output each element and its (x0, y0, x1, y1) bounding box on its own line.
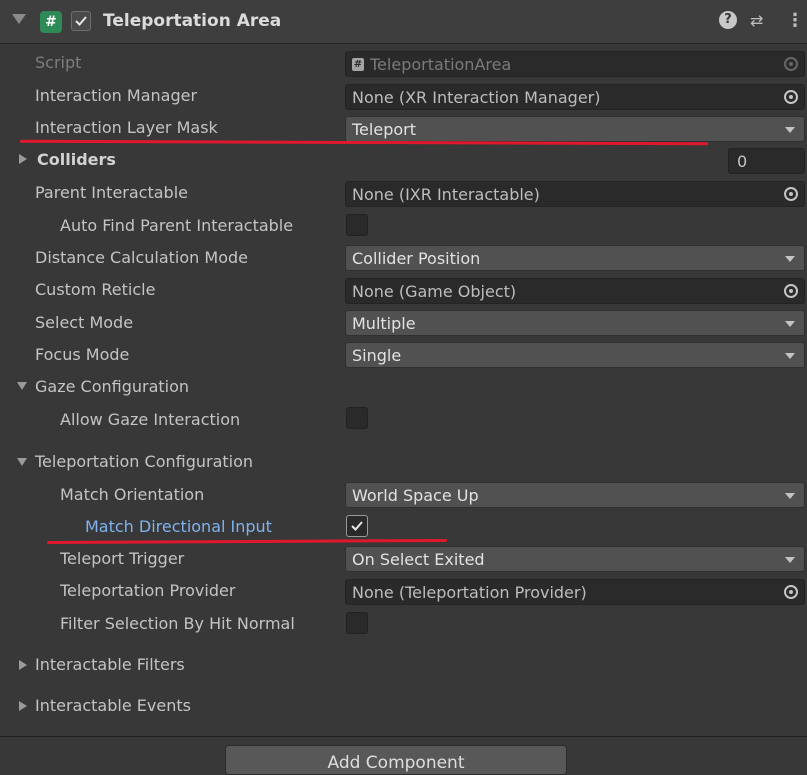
foldout-collapsed-icon[interactable] (19, 660, 27, 670)
script-label: Script (35, 53, 82, 72)
interaction-layer-mask-label: Interaction Layer Mask (35, 118, 218, 137)
dropdown-arrow-icon (785, 321, 795, 327)
teleportation-provider-field[interactable]: None (Teleportation Provider) (345, 579, 805, 605)
select-mode-dropdown[interactable]: Multiple (345, 310, 805, 336)
match-orientation-dropdown[interactable]: World Space Up (345, 482, 805, 508)
auto-find-parent-label: Auto Find Parent Interactable (60, 216, 294, 235)
foldout-collapsed-icon[interactable] (19, 701, 27, 711)
match-directional-input-checkbox[interactable] (346, 515, 368, 537)
foldout-collapsed-icon[interactable] (19, 154, 27, 164)
foldout-arrow-icon[interactable] (12, 14, 26, 24)
divider (0, 736, 807, 737)
distance-calc-mode-label: Distance Calculation Mode (35, 248, 248, 267)
dropdown-arrow-icon (785, 127, 795, 133)
filter-selection-checkbox[interactable] (346, 612, 368, 634)
help-icon[interactable]: ? (719, 11, 737, 29)
filter-selection-label: Filter Selection By Hit Normal (60, 614, 295, 633)
custom-reticle-label: Custom Reticle (35, 280, 156, 299)
dropdown-arrow-icon (785, 493, 795, 499)
presets-icon[interactable]: ⇄ (750, 11, 763, 30)
match-orientation-label: Match Orientation (60, 485, 205, 504)
focus-mode-label: Focus Mode (35, 345, 130, 364)
object-picker-icon[interactable] (784, 187, 798, 201)
csharp-script-icon: # (40, 11, 62, 33)
match-directional-input-label: Match Directional Input (85, 517, 272, 536)
component-title: Teleportation Area (103, 11, 282, 31)
parent-interactable-label: Parent Interactable (35, 183, 188, 202)
component-header: # Teleportation Area ? ⇄ ⋮ (0, 0, 807, 44)
interactable-filters-header[interactable]: Interactable Filters (35, 655, 185, 674)
allow-gaze-label: Allow Gaze Interaction (60, 410, 241, 429)
more-options-icon[interactable]: ⋮ (786, 10, 804, 31)
object-picker-icon[interactable] (784, 90, 798, 104)
object-picker-icon[interactable] (784, 284, 798, 298)
add-component-button[interactable]: Add Component (225, 745, 567, 775)
distance-calc-mode-dropdown[interactable]: Collider Position (345, 245, 805, 271)
allow-gaze-checkbox[interactable] (346, 407, 368, 429)
auto-find-parent-checkbox[interactable] (346, 214, 368, 236)
interaction-manager-label: Interaction Manager (35, 86, 198, 105)
gaze-configuration-header[interactable]: Gaze Configuration (35, 377, 189, 396)
interaction-manager-field[interactable]: None (XR Interaction Manager) (345, 84, 805, 110)
script-icon: # (352, 58, 364, 71)
dropdown-arrow-icon (785, 256, 795, 262)
foldout-expanded-icon[interactable] (17, 458, 27, 466)
teleportation-configuration-header[interactable]: Teleportation Configuration (35, 452, 253, 471)
select-mode-label: Select Mode (35, 313, 134, 332)
colliders-count-field[interactable]: 0 (728, 148, 805, 174)
red-annotation-underline (46, 538, 448, 545)
colliders-label[interactable]: Colliders (37, 150, 116, 169)
object-picker-icon (784, 57, 798, 71)
teleportation-provider-label: Teleportation Provider (60, 581, 236, 600)
teleport-trigger-label: Teleport Trigger (60, 549, 185, 568)
custom-reticle-field[interactable]: None (Game Object) (345, 278, 805, 304)
focus-mode-dropdown[interactable]: Single (345, 342, 805, 368)
parent-interactable-field[interactable]: None (IXR Interactable) (345, 181, 805, 207)
checkmark-icon (351, 521, 363, 531)
foldout-expanded-icon[interactable] (17, 382, 27, 390)
interaction-layer-mask-dropdown[interactable]: Teleport (345, 116, 805, 142)
dropdown-arrow-icon (785, 557, 795, 563)
component-enabled-checkbox[interactable] (71, 11, 91, 31)
teleport-trigger-dropdown[interactable]: On Select Exited (345, 546, 805, 572)
interactable-events-header[interactable]: Interactable Events (35, 696, 191, 715)
script-field: # TeleportationArea (345, 51, 805, 77)
dropdown-arrow-icon (785, 353, 795, 359)
object-picker-icon[interactable] (784, 585, 798, 599)
